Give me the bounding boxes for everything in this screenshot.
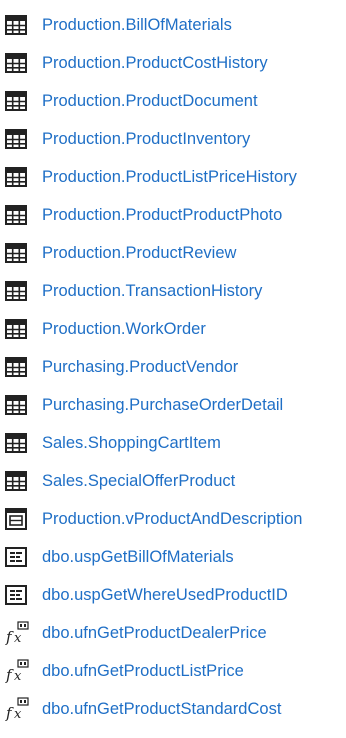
- function-icon: f x: [5, 621, 31, 645]
- table-link[interactable]: Production.ProductReview: [42, 243, 236, 263]
- stored-procedure-icon: [5, 583, 31, 607]
- svg-text:x: x: [14, 669, 22, 683]
- object-list-item: dbo.uspGetBillOfMaterials: [0, 538, 346, 576]
- table-icon: [5, 13, 31, 37]
- object-list-item: f x dbo.ufnGetProductDealerPrice: [0, 614, 346, 652]
- stored-procedure-icon: [5, 545, 31, 569]
- function-link[interactable]: dbo.ufnGetProductDealerPrice: [42, 623, 267, 643]
- object-list-item: Production.ProductListPriceHistory: [0, 158, 346, 196]
- table-icon: [5, 165, 31, 189]
- table-link[interactable]: Production.TransactionHistory: [42, 281, 262, 301]
- procedure-link[interactable]: dbo.uspGetWhereUsedProductID: [42, 585, 288, 605]
- table-link[interactable]: Production.ProductListPriceHistory: [42, 167, 297, 187]
- table-icon: [5, 393, 31, 417]
- object-list-item: Purchasing.ProductVendor: [0, 348, 346, 386]
- table-link[interactable]: Production.ProductProductPhoto: [42, 205, 282, 225]
- object-list-item: f x dbo.ufnGetProductListPrice: [0, 652, 346, 690]
- table-link[interactable]: Production.ProductCostHistory: [42, 53, 268, 73]
- svg-text:f: f: [5, 628, 14, 645]
- table-icon: [5, 89, 31, 113]
- table-icon: [5, 431, 31, 455]
- object-list-item: Production.ProductCostHistory: [0, 44, 346, 82]
- table-icon: [5, 279, 31, 303]
- function-icon: f x: [5, 659, 31, 683]
- table-link[interactable]: Production.ProductInventory: [42, 129, 250, 149]
- function-icon: f x: [5, 697, 31, 721]
- table-icon: [5, 51, 31, 75]
- view-icon: [5, 507, 31, 531]
- table-link[interactable]: Purchasing.ProductVendor: [42, 357, 238, 377]
- svg-text:f: f: [5, 704, 14, 721]
- view-link[interactable]: Production.vProductAndDescription: [42, 509, 302, 529]
- table-icon: [5, 203, 31, 227]
- object-list-item: Production.ProductInventory: [0, 120, 346, 158]
- object-list-item: Production.TransactionHistory: [0, 272, 346, 310]
- object-list-item: dbo.uspGetWhereUsedProductID: [0, 576, 346, 614]
- table-link[interactable]: Sales.SpecialOfferProduct: [42, 471, 235, 491]
- function-link[interactable]: dbo.ufnGetProductListPrice: [42, 661, 244, 681]
- table-icon: [5, 127, 31, 151]
- object-list-item: Production.BillOfMaterials: [0, 6, 346, 44]
- table-link[interactable]: Purchasing.PurchaseOrderDetail: [42, 395, 283, 415]
- object-list-item: f x dbo.ufnGetProductStandardCost: [0, 690, 346, 728]
- svg-text:x: x: [14, 707, 22, 721]
- dependency-object-list: Production.BillOfMaterials Production.Pr…: [0, 6, 346, 728]
- svg-text:x: x: [14, 631, 22, 645]
- object-list-item: Production.ProductReview: [0, 234, 346, 272]
- object-list-item: Production.ProductDocument: [0, 82, 346, 120]
- function-link[interactable]: dbo.ufnGetProductStandardCost: [42, 699, 281, 719]
- table-icon: [5, 241, 31, 265]
- table-link[interactable]: Production.ProductDocument: [42, 91, 258, 111]
- object-list-item: Production.WorkOrder: [0, 310, 346, 348]
- object-list-item: Production.vProductAndDescription: [0, 500, 346, 538]
- object-list-item: Purchasing.PurchaseOrderDetail: [0, 386, 346, 424]
- procedure-link[interactable]: dbo.uspGetBillOfMaterials: [42, 547, 234, 567]
- table-link[interactable]: Sales.ShoppingCartItem: [42, 433, 221, 453]
- table-icon: [5, 355, 31, 379]
- table-icon: [5, 317, 31, 341]
- table-link[interactable]: Production.BillOfMaterials: [42, 15, 232, 35]
- object-list-item: Production.ProductProductPhoto: [0, 196, 346, 234]
- object-list-item: Sales.SpecialOfferProduct: [0, 462, 346, 500]
- object-list-item: Sales.ShoppingCartItem: [0, 424, 346, 462]
- table-icon: [5, 469, 31, 493]
- svg-text:f: f: [5, 666, 14, 683]
- table-link[interactable]: Production.WorkOrder: [42, 319, 206, 339]
